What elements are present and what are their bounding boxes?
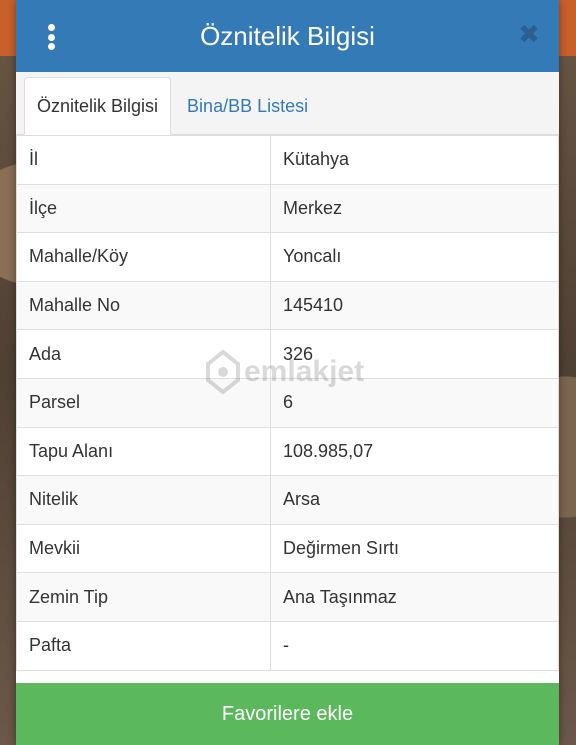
attribute-value: -	[270, 620, 559, 671]
close-icon[interactable]: ✖	[517, 21, 541, 47]
add-favorites-button[interactable]: Favorilere ekle	[16, 683, 559, 745]
tab-bar: Öznitelik Bilgisi Bina/BB Listesi	[16, 72, 559, 135]
attribute-value: Yoncalı	[270, 232, 559, 282]
attribute-key: Nitelik	[16, 475, 271, 525]
tab-attribute-info[interactable]: Öznitelik Bilgisi	[24, 77, 172, 135]
dialog-title: Öznitelik Bilgisi	[200, 20, 375, 51]
attribute-key: Mevkii	[16, 523, 271, 574]
attribute-value: Kütahya	[270, 135, 559, 185]
tab-building-list[interactable]: Bina/BB Listesi	[175, 78, 320, 134]
attribute-value: 326	[270, 329, 559, 379]
attribute-key: İl	[16, 135, 271, 185]
table-row: İlçe Merkez	[16, 183, 559, 234]
table-row: Tapu Alanı 108.985,07	[16, 426, 559, 477]
attribute-dialog: Öznitelik Bilgisi ✖ Öznitelik Bilgisi Bi…	[16, 0, 559, 745]
attribute-value: Merkez	[270, 183, 559, 234]
attribute-key: Pafta	[16, 620, 271, 671]
attribute-key: Zemin Tip	[16, 572, 271, 622]
attribute-value: Arsa	[270, 475, 559, 525]
dialog-titlebar: Öznitelik Bilgisi ✖	[16, 0, 559, 72]
attribute-key: İlçe	[16, 183, 271, 234]
attribute-key: Mahalle No	[16, 280, 271, 331]
table-row: Nitelik Arsa	[16, 475, 559, 525]
table-row: Pafta -	[16, 620, 559, 671]
attribute-value: Ana Taşınmaz	[270, 572, 559, 622]
attribute-value: 108.985,07	[270, 426, 559, 477]
attribute-key: Parsel	[16, 377, 271, 428]
attribute-value: Değirmen Sırtı	[270, 523, 559, 574]
attribute-table: İl Kütahya İlçe Merkez Mahalle/Köy Yonca…	[16, 135, 559, 671]
table-row: Ada 326	[16, 329, 559, 379]
attribute-key: Ada	[16, 329, 271, 379]
attribute-value: 6	[270, 377, 559, 428]
table-row: Mevkii Değirmen Sırtı	[16, 523, 559, 574]
attribute-key: Mahalle/Köy	[16, 232, 271, 282]
table-row: Mahalle/Köy Yoncalı	[16, 232, 559, 282]
map-road-line	[556, 100, 576, 700]
table-row: İl Kütahya	[16, 135, 559, 185]
attribute-key: Tapu Alanı	[16, 426, 271, 477]
table-row: Parsel 6	[16, 377, 559, 428]
table-row: Zemin Tip Ana Taşınmaz	[16, 572, 559, 622]
table-row: Mahalle No 145410	[16, 280, 559, 331]
more-vertical-icon[interactable]	[46, 24, 56, 50]
attribute-value: 145410	[270, 280, 559, 331]
